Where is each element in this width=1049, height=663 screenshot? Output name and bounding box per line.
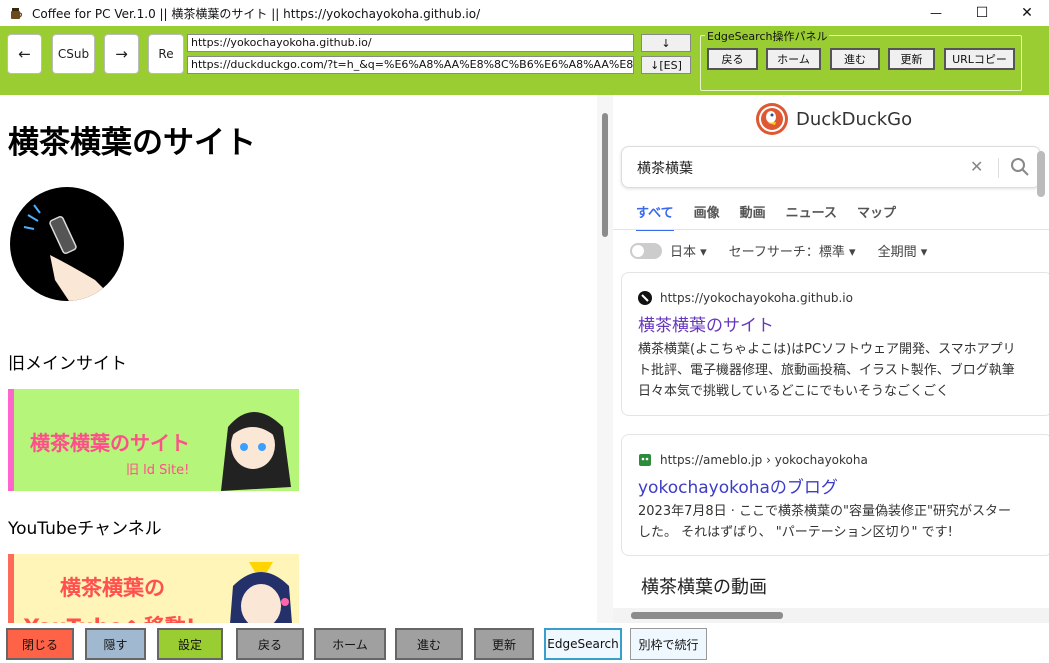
videos-heading: 横茶横葉の動画 (641, 577, 767, 598)
character-illustration (221, 412, 291, 491)
forward-button[interactable]: → (104, 34, 139, 74)
search-url-field[interactable]: https://duckduckgo.com/?t=h_&q=%E6%A8%AA… (187, 56, 634, 74)
old-site-banner[interactable]: 横茶横葉のサイト 旧 ld Site! (8, 389, 299, 491)
banner-stripe (8, 389, 14, 491)
result-url-text: https://yokochayokoha.github.io (660, 291, 853, 305)
forward-bottom-button[interactable]: 進む (395, 628, 463, 660)
home-bottom-button[interactable]: ホーム (314, 628, 386, 660)
result-url-text: https://ameblo.jp › yokochayokoha (660, 453, 868, 467)
youtube-label: YouTubeチャンネル (8, 519, 162, 539)
scrollbar-thumb[interactable] (631, 612, 783, 619)
ddg-tabs: すべて 画像 動画 ニュース マップ (636, 202, 916, 231)
snippet-line: 日々本気で挑戦しているどこにでもいそうなごくごく (638, 384, 949, 399)
search-horizontal-scrollbar[interactable] (613, 608, 1049, 623)
result-title[interactable]: 横茶横葉のサイト (638, 311, 774, 336)
refresh-bottom-button[interactable]: 更新 (474, 628, 534, 660)
snippet-line: 横茶横葉(よこちゃよこは)はPCソフトウェア開発、スマホアプリ (638, 342, 1016, 357)
down-es-button[interactable]: ↓[ES] (641, 56, 691, 74)
close-button[interactable]: ✕ (1004, 0, 1049, 26)
search-webview: DuckDuckGo 横茶横葉 ✕ すべて 画像 動画 ニュース マップ 日本 … (613, 95, 1049, 623)
tabs-divider (613, 229, 1049, 230)
url-field[interactable]: https://yokochayokoha.github.io/ (187, 34, 634, 52)
banner2-text2: YouTubeへ移動! (24, 611, 195, 623)
csub-button[interactable]: CSub (52, 34, 95, 74)
region-toggle[interactable] (630, 242, 662, 259)
edgesearch-button[interactable]: EdgeSearch (544, 628, 622, 660)
tab-all[interactable]: すべて (636, 202, 674, 231)
edge-home-button[interactable]: ホーム (766, 48, 821, 70)
site-avatar (10, 187, 124, 301)
bottom-bar: 閉じる 隠す 設定 戻る ホーム 進む 更新 EdgeSearch 別枠で続行 (0, 623, 1049, 663)
snippet-line: した。 それはずばり、 "パーテーション区切り" です! (638, 525, 953, 540)
edge-forward-button[interactable]: 進む (830, 48, 880, 70)
tab-videos[interactable]: 動画 (740, 202, 766, 231)
site-heading: 横茶横葉のサイト (8, 125, 256, 161)
old-site-label: 旧メインサイト (8, 354, 127, 374)
safesearch-filter[interactable]: セーフサーチ：標準 ▾ (729, 241, 856, 260)
minimize-button[interactable]: — (913, 0, 959, 26)
back-bottom-button[interactable]: 戻る (236, 628, 304, 660)
maximize-button[interactable]: ☐ (959, 0, 1005, 26)
settings-button[interactable]: 設定 (157, 628, 223, 660)
reload-button[interactable]: Re (148, 34, 184, 74)
result-title[interactable]: yokochayokohaのブログ (638, 473, 838, 498)
search-icon[interactable] (1010, 157, 1030, 181)
window-title: Coffee for PC Ver.1.0 || 横茶横葉のサイト || htt… (32, 6, 481, 21)
ddg-filters: 日本 ▾ セーフサーチ：標準 ▾ 全期間 ▾ (630, 241, 949, 260)
down-button[interactable]: ↓ (641, 34, 691, 52)
banner-stripe (8, 554, 14, 623)
duck-icon (756, 103, 788, 135)
scrollbar-thumb[interactable] (602, 113, 608, 237)
snippet-line: ト批評、電子機器修理、旅動画投稿、イラスト製作、ブログ執筆 (638, 363, 1015, 378)
ddg-logo[interactable]: DuckDuckGo (756, 103, 912, 135)
banner1-sub: 旧 ld Site! (126, 463, 190, 478)
search-divider (998, 158, 999, 178)
edgesearch-panel-legend: EdgeSearch操作パネル (705, 28, 830, 44)
region-filter[interactable]: 日本 ▾ (670, 241, 707, 260)
result-snippet: 2023年7月8日 · ここで横茶横葉の"容量偽装修正"研究がスター した。 そ… (638, 501, 1049, 543)
site-vertical-scrollbar[interactable] (597, 95, 613, 623)
tab-news[interactable]: ニュース (786, 202, 837, 231)
site-favicon (638, 291, 652, 305)
coffee-icon (9, 6, 23, 20)
ddg-search-input[interactable]: 横茶横葉 (637, 158, 693, 178)
result-card[interactable]: https://yokochayokoha.github.io 横茶横葉のサイト… (621, 272, 1049, 416)
close-app-button[interactable]: 閉じる (6, 628, 74, 660)
banner1-text: 横茶横葉のサイト (30, 431, 190, 455)
result-url: https://ameblo.jp › yokochayokoha (638, 453, 868, 467)
edge-url-copy-button[interactable]: URLコピー (944, 48, 1015, 70)
result-snippet: 横茶横葉(よこちゃよこは)はPCソフトウェア開発、スマホアプリ ト批評、電子機器… (638, 339, 1049, 402)
back-button[interactable]: ← (7, 34, 42, 74)
character-illustration (230, 562, 292, 623)
edge-refresh-button[interactable]: 更新 (888, 48, 935, 70)
clear-icon[interactable]: ✕ (970, 157, 983, 176)
time-filter[interactable]: 全期間 ▾ (878, 241, 928, 260)
result-card[interactable]: https://ameblo.jp › yokochayokoha yokoch… (621, 434, 1049, 556)
ddg-brand: DuckDuckGo (796, 108, 913, 130)
tab-images[interactable]: 画像 (694, 202, 720, 231)
hide-button[interactable]: 隠す (85, 628, 146, 660)
result-url: https://yokochayokoha.github.io (638, 291, 853, 305)
youtube-banner[interactable]: 横茶横葉の YouTubeへ移動! (8, 554, 299, 623)
tab-maps[interactable]: マップ (857, 202, 896, 231)
banner2-text: 横茶横葉の (60, 576, 165, 600)
snippet-line: 2023年7月8日 · ここで横茶横葉の"容量偽装修正"研究がスター (638, 504, 1011, 519)
ameblo-favicon (639, 454, 651, 466)
edge-back-button[interactable]: 戻る (707, 48, 758, 70)
toolbar: ← CSub → Re https://yokochayokoha.github… (0, 26, 1049, 95)
ddg-scrollbar-thumb[interactable] (1037, 151, 1045, 197)
title-bar: Coffee for PC Ver.1.0 || 横茶横葉のサイト || htt… (0, 0, 1049, 26)
ddg-search-box[interactable]: 横茶横葉 ✕ (621, 146, 1041, 188)
site-webview: 横茶横葉のサイト 旧メインサイト 横茶横葉のサイト 旧 ld Site! You… (0, 95, 597, 623)
continue-separately-button[interactable]: 別枠で続行 (630, 628, 707, 660)
